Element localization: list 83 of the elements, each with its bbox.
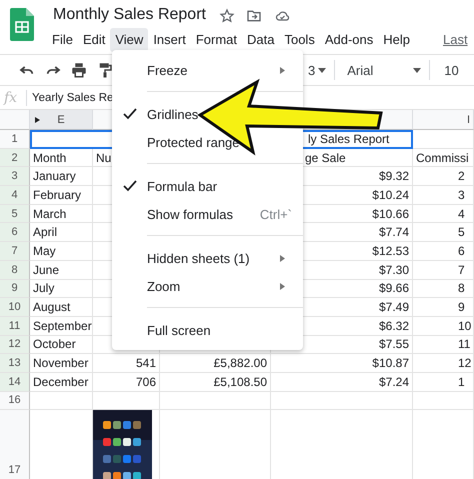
table-cell: 541 [93, 354, 160, 373]
menu-item[interactable]: Hidden sheets (1) [147, 250, 250, 266]
row-number[interactable]: 16 [0, 392, 30, 410]
row-number[interactable]: 5 [0, 204, 30, 224]
table-cell: 706 [93, 372, 160, 392]
column-header[interactable]: E [30, 110, 93, 130]
font-size-field[interactable]: 10 [444, 62, 459, 78]
column-header[interactable]: I [413, 110, 474, 130]
table-cell: 6 [413, 242, 474, 261]
menu-item[interactable]: Format [190, 28, 242, 52]
table-cell [413, 392, 474, 410]
zoom-value[interactable]: 3 [308, 62, 316, 78]
table-cell: 11 [413, 336, 474, 354]
menu-item[interactable]: Zoom [147, 278, 180, 294]
menu-item[interactable]: Formula bar [147, 178, 218, 194]
row-number[interactable]: 9 [0, 280, 30, 298]
triangle-icon[interactable] [35, 117, 40, 123]
row-number[interactable]: 1 [0, 130, 30, 149]
table-cell: July [30, 280, 93, 298]
table-cell: 9 [413, 298, 474, 317]
formula-field[interactable]: Yearly Sales Re [32, 92, 114, 104]
menu-item[interactable]: Add-ons [320, 28, 378, 52]
table-cell: December [30, 372, 93, 392]
last-edit-link[interactable]: Last [443, 32, 468, 47]
row-number[interactable]: 17 [0, 410, 30, 479]
menu-item[interactable]: Help [378, 28, 415, 52]
table-cell: May [30, 242, 93, 261]
menu-item[interactable]: Edit [78, 28, 110, 52]
row-number[interactable]: 6 [0, 223, 30, 242]
table-cell: 10 [413, 316, 474, 336]
menu-item[interactable]: Freeze [147, 62, 188, 78]
row-number[interactable]: 8 [0, 260, 30, 280]
font-dropdown[interactable]: Arial [347, 62, 406, 78]
table-cell: $10.87 [271, 354, 413, 373]
table-cell: October [30, 336, 93, 354]
table-cell: January [30, 167, 93, 186]
table-cell: 3 [413, 186, 474, 205]
table-cell: April [30, 223, 93, 242]
sheets-logo-icon[interactable] [10, 8, 34, 41]
table-cell: 1 [413, 372, 474, 392]
menu-item[interactable]: Tools [279, 28, 320, 52]
table-cell [30, 392, 93, 410]
menu-item[interactable]: View [110, 28, 148, 52]
row-number[interactable]: 13 [0, 354, 30, 373]
menu-item[interactable]: Insert [148, 28, 191, 52]
table-cell: Month [30, 148, 93, 168]
row-number[interactable]: 11 [0, 316, 30, 336]
folder-icon[interactable] [246, 8, 262, 24]
row-number[interactable]: 4 [0, 186, 30, 205]
table-cell: February [30, 186, 93, 205]
table-cell: $7.24 [271, 372, 413, 392]
row-number[interactable]: 14 [0, 372, 30, 392]
menu-item[interactable]: Full screen [147, 322, 211, 338]
table-cell: November [30, 354, 93, 373]
row-number[interactable]: 2 [0, 148, 30, 168]
menu-item[interactable]: Show formulas [147, 206, 233, 222]
table-cell: 2 [413, 167, 474, 186]
table-cell: £5,108.50 [160, 372, 271, 392]
menu-item[interactable]: Data [242, 28, 280, 52]
row-number[interactable]: 12 [0, 336, 30, 354]
print-icon[interactable] [70, 61, 88, 79]
star-icon[interactable] [219, 8, 235, 24]
table-cell: 7 [413, 260, 474, 280]
table-cell: August [30, 298, 93, 317]
caret-icon[interactable] [318, 68, 326, 72]
table-cell [413, 130, 474, 149]
row-number[interactable]: 3 [0, 167, 30, 186]
table-cell: 8 [413, 280, 474, 298]
table-cell: June [30, 260, 93, 280]
table-cell: 12 [413, 354, 474, 373]
table-cell: £5,882.00 [160, 354, 271, 373]
table-cell: September [30, 316, 93, 336]
table-cell: March [30, 204, 93, 224]
document-title[interactable]: Monthly Sales Report [53, 6, 206, 24]
caret-icon[interactable] [413, 68, 422, 72]
table-cell: 5 [413, 223, 474, 242]
formula-label: fx [2, 90, 18, 106]
table-cell: Commissi [413, 148, 474, 168]
row-number[interactable]: 7 [0, 242, 30, 261]
row-number[interactable]: 10 [0, 298, 30, 317]
table-cell: 4 [413, 204, 474, 224]
menu-item[interactable]: Gridlines [147, 106, 198, 122]
menu-item[interactable]: File [47, 28, 78, 52]
